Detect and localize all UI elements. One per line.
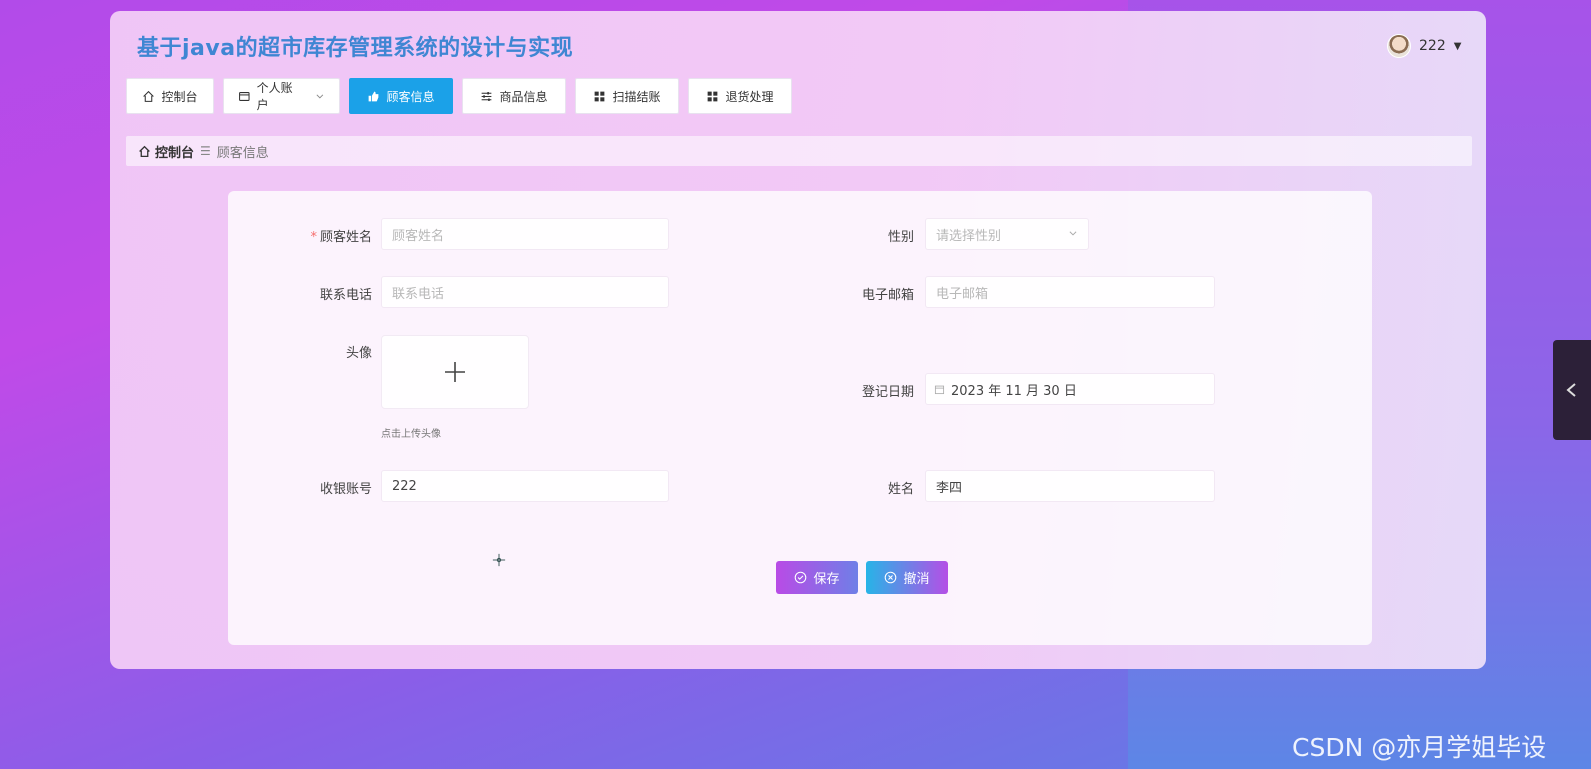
- cancel-button-label: 撤消: [903, 572, 930, 587]
- name-input[interactable]: 李四: [925, 470, 1215, 502]
- home-icon: [139, 145, 150, 157]
- calendar-icon: [934, 385, 945, 394]
- caret-down-icon: ▼: [1453, 40, 1462, 52]
- register-date-label: 登记日期: [861, 385, 914, 400]
- breadcrumb-home[interactable]: 控制台: [138, 142, 194, 161]
- nav-personal-account-label: 个人账户: [256, 81, 293, 112]
- nav-return-processing[interactable]: 退货处理: [688, 78, 792, 114]
- save-button-label: 保存: [813, 572, 840, 587]
- phone-input[interactable]: 联系电话: [381, 276, 669, 308]
- name-label: 姓名: [887, 482, 914, 497]
- breadcrumb-home-label: 控制台: [155, 145, 195, 161]
- nav-console-label: 控制台: [161, 89, 198, 104]
- email-label: 电子邮箱: [861, 288, 914, 303]
- watermark: CSDN @亦月学姐毕设: [1292, 733, 1547, 762]
- nav-customer-info[interactable]: 顾客信息: [349, 78, 453, 114]
- breadcrumb-separator: ☰: [200, 144, 211, 158]
- nav-scan-checkout[interactable]: 扫描结账: [575, 78, 679, 114]
- avatar: [1387, 34, 1411, 58]
- avatar-label: 头像: [345, 346, 372, 361]
- thumb-icon: [369, 91, 379, 101]
- nav-product-info[interactable]: 商品信息: [462, 78, 566, 114]
- cashier-account-input[interactable]: 222: [381, 470, 669, 502]
- app-title: 基于java的超市库存管理系统的设计与实现: [137, 36, 574, 61]
- credit-card-icon: [239, 91, 250, 101]
- nav-product-info-label: 商品信息: [499, 89, 548, 104]
- avatar-upload[interactable]: [381, 335, 529, 409]
- nav-personal-account[interactable]: 个人账户: [223, 78, 340, 114]
- customer-name-input[interactable]: 顾客姓名: [381, 218, 669, 250]
- gender-select[interactable]: 请选择性别: [925, 218, 1089, 250]
- register-date-picker[interactable]: 2023 年 11 月 30 日: [925, 373, 1215, 405]
- grid-icon: [595, 91, 605, 101]
- plus-icon: [445, 362, 465, 382]
- close-circle-icon: [885, 571, 897, 584]
- breadcrumb: 控制台 ☰ 顾客信息: [126, 136, 1472, 166]
- nav-console[interactable]: 控制台: [126, 78, 214, 114]
- nav-customer-info-label: 顾客信息: [386, 89, 435, 104]
- gender-label: 性别: [887, 230, 914, 245]
- nav-return-processing-label: 退货处理: [725, 89, 774, 104]
- grid-icon: [708, 91, 718, 101]
- sliders-icon: [482, 91, 492, 101]
- username: 222: [1419, 38, 1446, 54]
- user-menu[interactable]: 222 ▼: [1387, 33, 1461, 59]
- cashier-account-label: 收银账号: [319, 482, 372, 497]
- email-input[interactable]: 电子邮箱: [925, 276, 1215, 308]
- check-circle-icon: [795, 571, 807, 584]
- home-icon: [143, 90, 155, 102]
- customer-name-label: * 顾客姓名: [310, 230, 372, 245]
- required-mark: *: [310, 230, 317, 245]
- crosshair-cursor-icon: [492, 553, 506, 567]
- nav-scan-checkout-label: 扫描结账: [612, 89, 661, 104]
- chevron-down-icon: [316, 94, 324, 99]
- top-nav: 控制台 个人账户 顾客信息 商品信息 扫描结账 退货处理: [126, 78, 792, 114]
- phone-label: 联系电话: [319, 288, 372, 303]
- side-drawer-toggle[interactable]: [1553, 340, 1591, 440]
- breadcrumb-current: 顾客信息: [216, 145, 269, 161]
- chevron-left-icon: [1566, 383, 1576, 397]
- save-button[interactable]: 保存: [776, 561, 858, 594]
- cancel-button[interactable]: 撤消: [866, 561, 948, 594]
- chevron-down-icon: [1069, 231, 1077, 236]
- avatar-upload-tip: 点击上传头像: [381, 429, 441, 440]
